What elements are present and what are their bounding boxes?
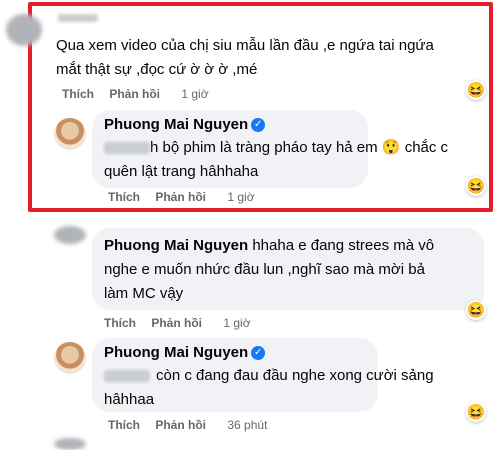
timestamp[interactable]: 36 phút (227, 418, 267, 432)
verified-icon: ✓ (251, 117, 266, 132)
redacted-mention (104, 142, 150, 155)
avatar[interactable] (54, 118, 86, 150)
comment-line: mắt thật sự ,đọc cứ ờ ờ ờ ,mé (56, 61, 258, 78)
wow-emoji-icon: 😲 (381, 139, 401, 156)
comment-1-actions: Thích Phản hồi 1 giờ (62, 87, 221, 101)
like-button[interactable]: Thích (108, 418, 140, 432)
comment-4-actions: Thích Phản hồi 36 phút (108, 418, 279, 432)
comment-line: còn c đang đau đầu nghe xong cười sảng (104, 366, 434, 386)
comment-1-text: Qua xem video của chị siu mẫu lần đầu ,e… (56, 36, 434, 80)
author-name[interactable]: Phuong Mai Nguyen (104, 237, 248, 254)
timestamp[interactable]: 1 giờ (227, 190, 254, 204)
comment-line: Qua xem video của chị siu mẫu lần đầu ,e… (56, 37, 434, 54)
comment-2-actions: Thích Phản hồi 1 giờ (108, 190, 267, 204)
timestamp[interactable]: 1 giờ (181, 87, 208, 101)
haha-icon[interactable]: 😆 (466, 80, 486, 100)
reply-button[interactable]: Phản hồi (151, 316, 202, 330)
comment-line: quên lật trang hâhhaha (104, 163, 259, 180)
author-name[interactable]: Phuong Mai Nguyen (104, 116, 248, 133)
avatar[interactable] (54, 226, 86, 244)
like-button[interactable]: Thích (104, 316, 136, 330)
timestamp[interactable]: 1 giờ (223, 316, 250, 330)
reply-button[interactable]: Phản hồi (109, 87, 160, 101)
comment-line: Phuong Mai Nguyen hhaha e đang strees mà… (104, 237, 435, 254)
redacted-mention (104, 370, 150, 383)
haha-icon[interactable]: 😆 (466, 176, 486, 196)
author-name[interactable]: Phuong Mai Nguyen (104, 344, 248, 361)
avatar[interactable] (54, 438, 86, 450)
haha-icon[interactable]: 😆 (466, 402, 486, 422)
verified-icon: ✓ (251, 345, 266, 360)
reply-button[interactable]: Phản hồi (155, 418, 206, 432)
comment-2-text: h bộ phim là tràng pháo tay hả em 😲 chắc… (104, 138, 448, 182)
comment-4-text: còn c đang đau đầu nghe xong cười sảng h… (104, 366, 434, 410)
comment-line: làm MC vậy (104, 285, 184, 302)
comment-3-actions: Thích Phản hồi 1 giờ (104, 316, 263, 330)
haha-icon[interactable]: 😆 (466, 300, 486, 320)
comment-4-header: Phuong Mai Nguyen ✓ (104, 344, 266, 362)
avatar[interactable] (6, 14, 42, 46)
comment-line: nghe e muốn nhức đầu lun ,nghĩ sao mà mờ… (104, 261, 425, 278)
comment-line: h bộ phim là tràng pháo tay hả em 😲 chắc… (104, 138, 448, 158)
comment-line: hâhhaa (104, 391, 155, 408)
avatar[interactable] (54, 342, 86, 374)
comment-2-header: Phuong Mai Nguyen ✓ (104, 116, 266, 134)
like-button[interactable]: Thích (108, 190, 140, 204)
reply-button[interactable]: Phản hồi (155, 190, 206, 204)
like-button[interactable]: Thích (62, 87, 94, 101)
comment-3-text: Phuong Mai Nguyen hhaha e đang strees mà… (104, 236, 434, 304)
redacted-name (58, 14, 98, 22)
